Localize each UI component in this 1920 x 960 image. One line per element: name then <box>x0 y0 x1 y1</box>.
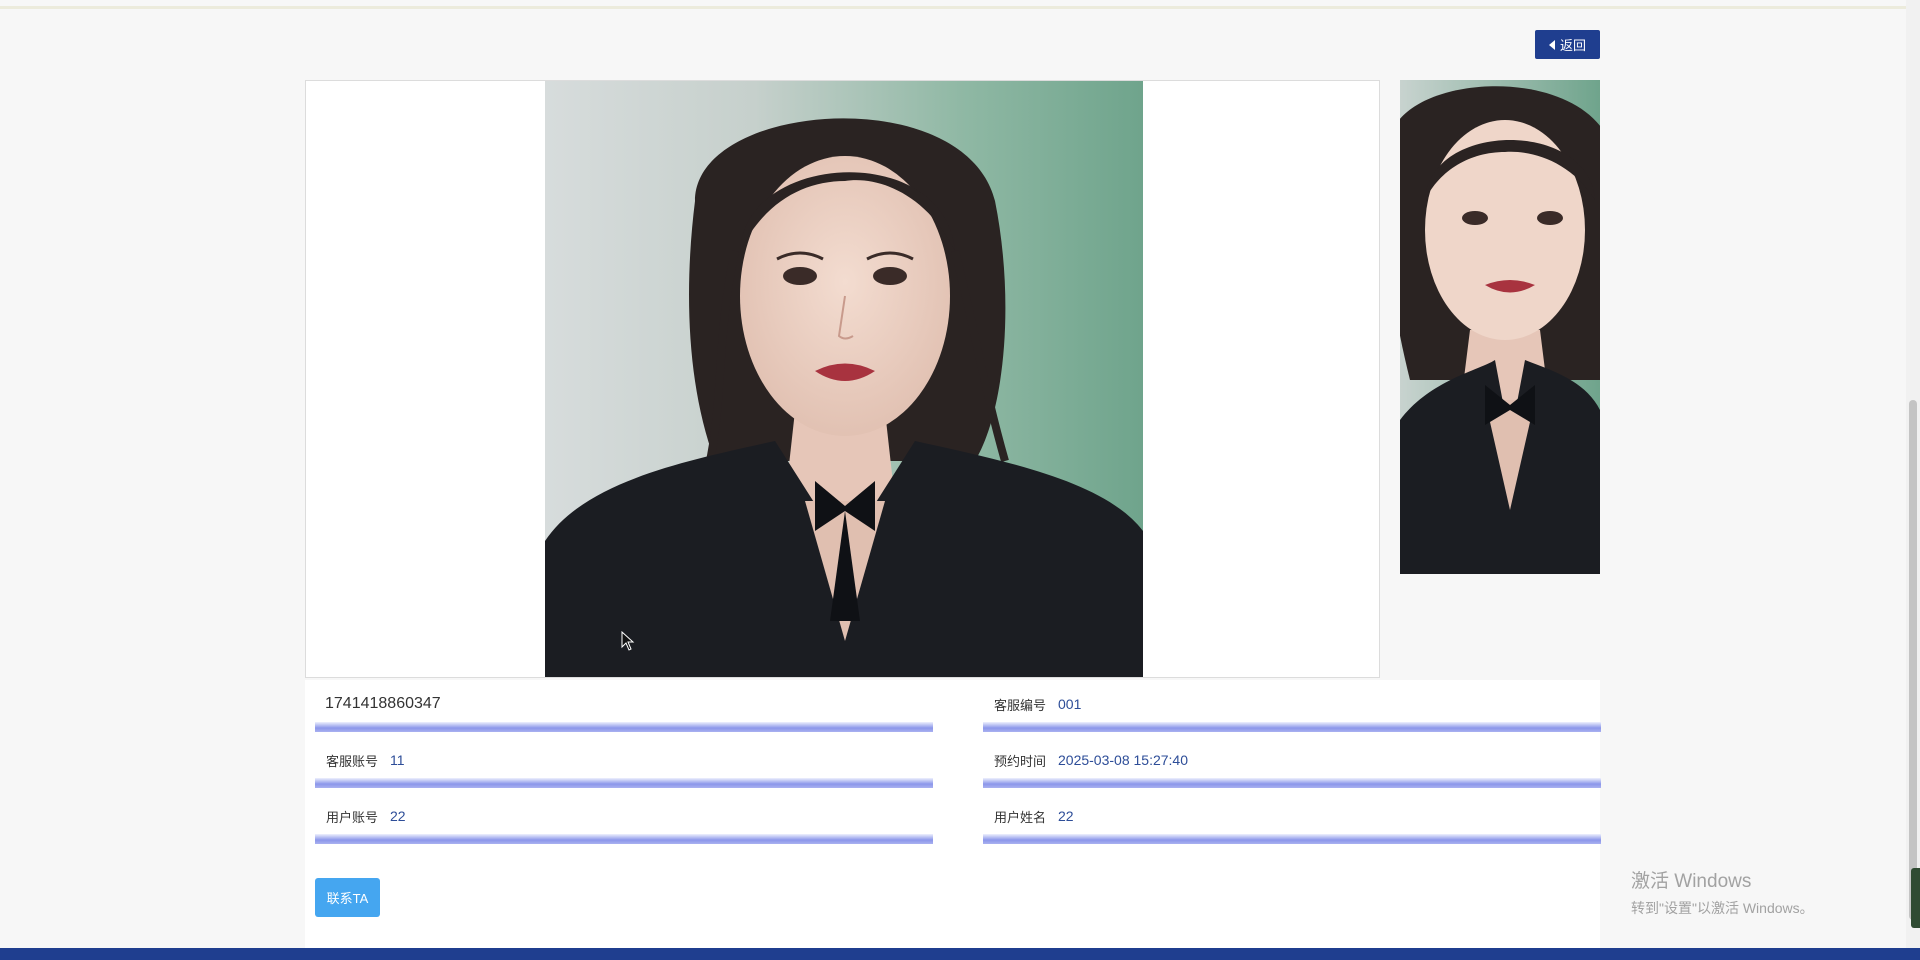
thumbnail-portrait <box>1400 80 1600 574</box>
field-value: 22 <box>390 808 406 824</box>
back-button-label: 返回 <box>1559 38 1586 53</box>
contact-button[interactable]: 联系TA <box>315 878 380 917</box>
watermark-subtitle: 转到"设置"以激活 Windows。 <box>1631 900 1814 916</box>
field-label: 用户姓名 <box>993 809 1046 825</box>
record-id-row: 1741418860347 <box>315 686 933 732</box>
scrollbar-thumb[interactable] <box>1909 400 1917 920</box>
back-button[interactable]: 返回 <box>1535 30 1600 59</box>
main-photo[interactable] <box>545 81 1143 677</box>
field-label: 用户账号 <box>325 809 378 825</box>
windows-activation-watermark: 激活 Windows 转到"设置"以激活 Windows。 <box>1631 866 1814 918</box>
field-row-user-name: 用户姓名 22 <box>983 798 1601 844</box>
field-value: 11 <box>390 752 405 768</box>
field-label: 预约时间 <box>993 753 1046 769</box>
vertical-scrollbar[interactable] <box>1906 0 1920 948</box>
caret-left-icon <box>1548 39 1555 50</box>
field-label: 客服账号 <box>325 753 378 769</box>
portrait-photo <box>545 81 1143 677</box>
main-image-frame <box>305 80 1380 678</box>
mouse-pointer-icon <box>621 631 635 651</box>
page: 返回 1741418860347 客服编号 001 客服账号 11 预约时间 2… <box>0 0 1920 960</box>
watermark-title: 激活 Windows <box>1631 871 1752 892</box>
field-row-booking-time: 预约时间 2025-03-08 15:27:40 <box>983 742 1601 788</box>
side-widget-tab[interactable] <box>1911 868 1920 928</box>
field-row-user-account: 用户账号 22 <box>315 798 933 844</box>
footer-bar <box>0 948 1920 960</box>
record-info-panel: 1741418860347 客服编号 001 客服账号 11 预约时间 2025… <box>305 680 1601 948</box>
field-label: 客服编号 <box>993 697 1046 713</box>
field-row-service-no: 客服编号 001 <box>983 686 1601 732</box>
thumbnail-photo[interactable] <box>1400 80 1600 574</box>
top-divider <box>0 6 1906 9</box>
field-value: 22 <box>1058 808 1074 824</box>
field-value: 2025-03-08 15:27:40 <box>1058 752 1188 768</box>
record-id: 1741418860347 <box>325 695 441 712</box>
field-value: 001 <box>1058 696 1082 712</box>
field-row-service-account: 客服账号 11 <box>315 742 933 788</box>
